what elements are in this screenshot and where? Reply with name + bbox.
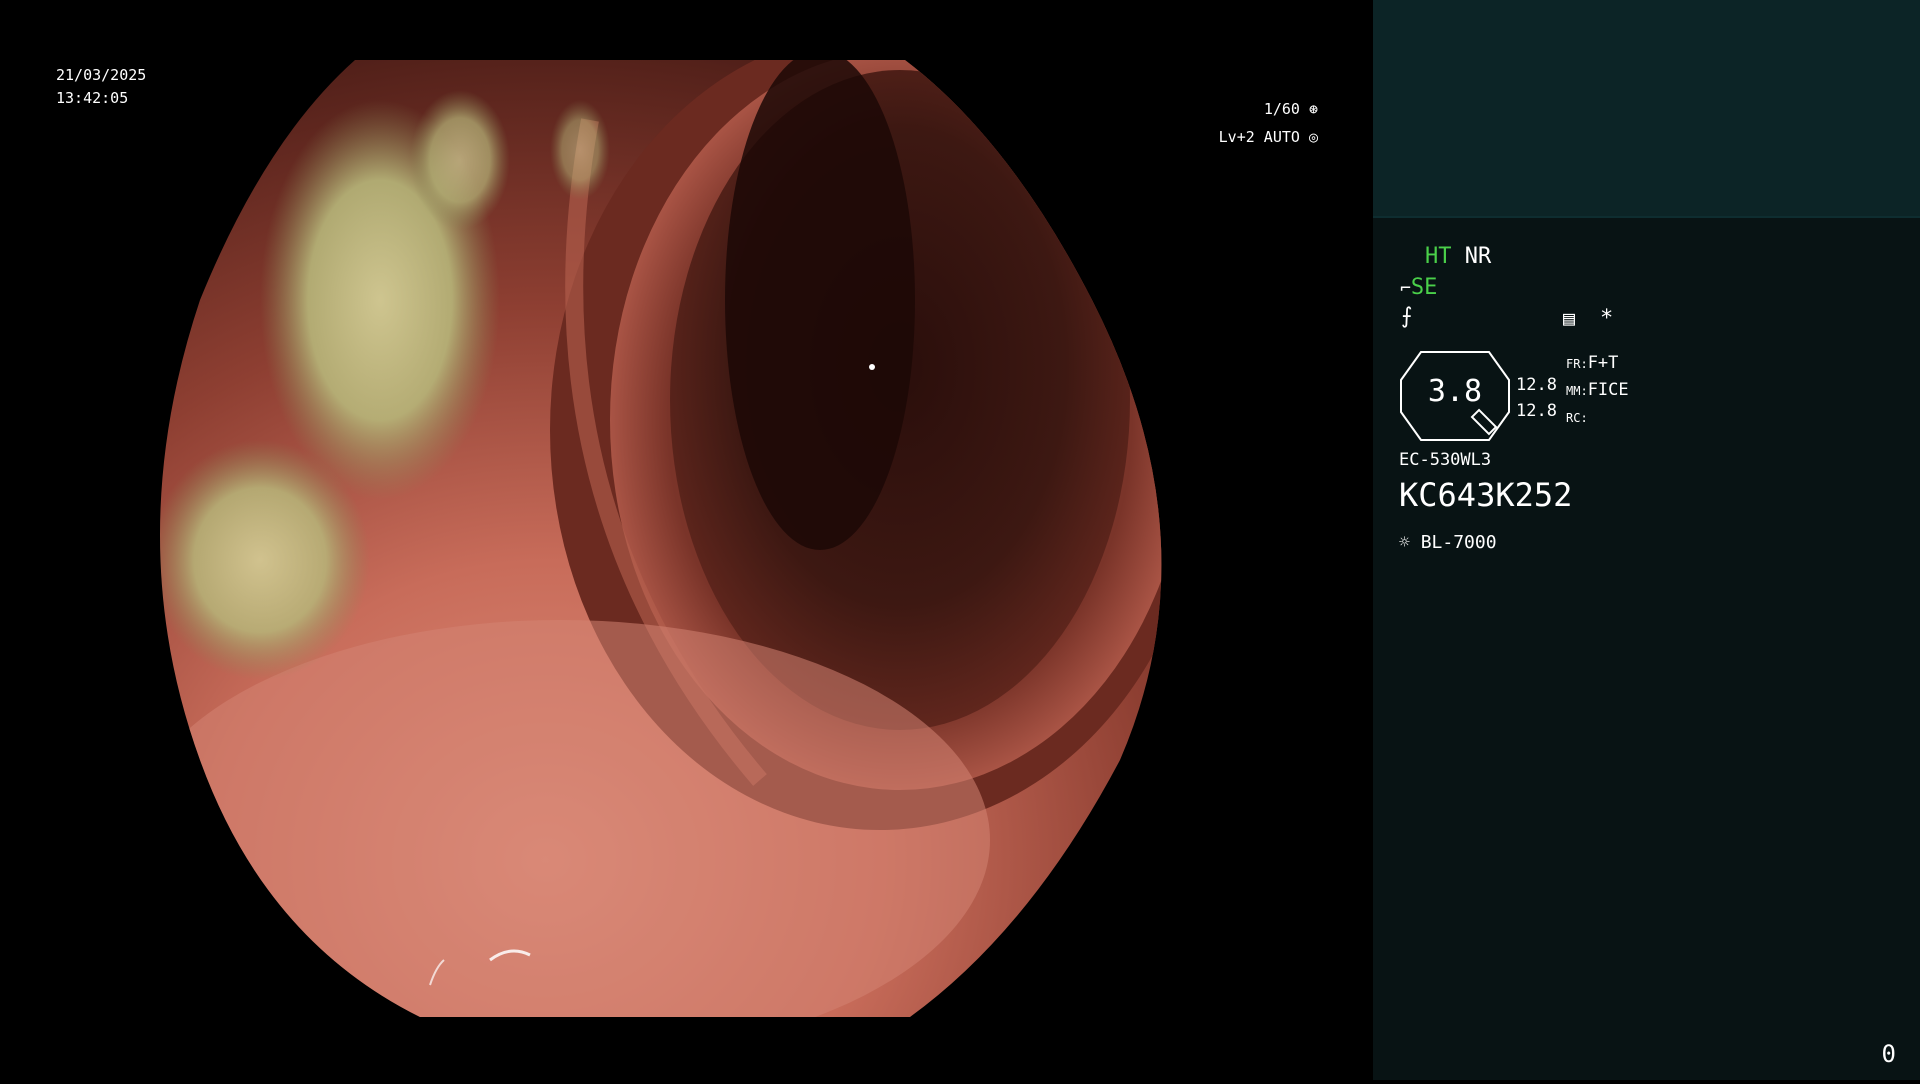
timestamp: 21/03/2025 13:42:05 <box>56 64 146 110</box>
mm-label: MM: <box>1566 384 1588 398</box>
date-text: 21/03/2025 <box>56 66 147 84</box>
endoscope-image <box>160 60 1162 1017</box>
exposure-value: Lv+2 AUTO <box>1218 128 1300 146</box>
light-source: BL-7000 <box>1420 532 1497 553</box>
zoom-indicator: 3.8 <box>1399 350 1511 442</box>
asterisk-mark: * <box>1600 306 1614 331</box>
serial-number: KC643K252 <box>1399 476 1573 514</box>
light-source-icon: ☼ <box>1399 532 1410 553</box>
value-2: 12.8 <box>1516 401 1557 421</box>
shutter-readout: 1/60 ⊛ <box>1264 100 1318 118</box>
mode-column: FR:F+T MM:FICE RC: <box>1566 350 1629 431</box>
menu-list-icon: ▤ <box>1563 306 1576 330</box>
iris-icon: ◎ <box>1308 128 1318 146</box>
info-panel: HT NR ⌐SE ⨍ ▤ * 3.8 12.8 12.8 FR:F+T MM:… <box>1373 0 1920 1080</box>
scope-model: EC-530WL3 <box>1399 450 1492 470</box>
scope-icon: ⌐ <box>1400 278 1411 299</box>
ht-label: HT <box>1425 244 1452 269</box>
thumbnail-area <box>1373 0 1920 218</box>
time-text: 13:42:05 <box>56 89 129 107</box>
ht-nr-row: HT NR <box>1425 244 1491 269</box>
se-label: SE <box>1410 275 1438 300</box>
value-1: 12.8 <box>1516 375 1557 395</box>
rc-label: RC: <box>1566 411 1588 425</box>
light-source-row: ☼ BL-7000 <box>1399 532 1497 553</box>
shutter-value: 1/60 <box>1263 100 1300 118</box>
exposure-readout: Lv+2 AUTO ◎ <box>1219 128 1318 146</box>
fr-label: FR: <box>1566 357 1588 371</box>
zoom-value: 3.8 <box>1427 374 1483 409</box>
fr-value: F+T <box>1587 353 1619 373</box>
aperture-icon: ⊛ <box>1308 100 1318 118</box>
mm-value: FICE <box>1587 380 1629 400</box>
values-column: 12.8 12.8 <box>1516 372 1557 424</box>
frame-counter: 0 <box>1881 1040 1896 1068</box>
nr-label: NR <box>1464 244 1492 269</box>
se-row: ⌐SE <box>1400 275 1437 300</box>
f-curve-icon: ⨍ <box>1401 304 1413 329</box>
endoscope-view: 21/03/2025 13:42:05 1/60 ⊛ Lv+2 AUTO ◎ <box>0 0 1372 1080</box>
